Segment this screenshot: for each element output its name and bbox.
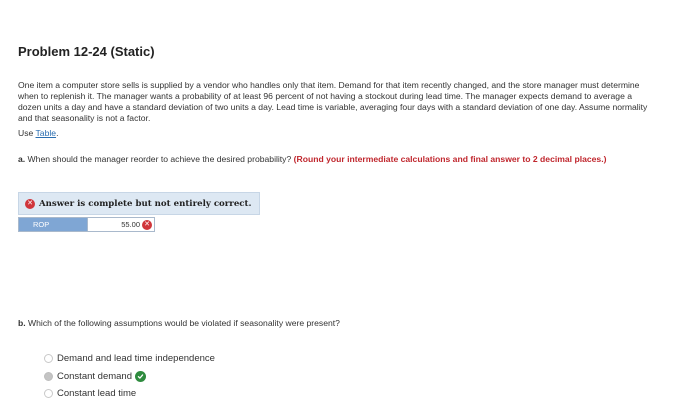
problem-statement: One item a computer store sells is suppl… [18, 80, 648, 123]
use-prefix: Use [18, 128, 36, 138]
answer-status-box: ✕ Answer is complete but not entirely co… [18, 192, 260, 215]
option-label: Constant demand [57, 370, 132, 382]
table-link[interactable]: Table [36, 128, 57, 138]
radio-button-selected[interactable] [44, 371, 53, 381]
answer-status-text: Answer is complete but not entirely corr… [39, 198, 252, 209]
rop-value-text: 55.00 [121, 220, 140, 229]
question-a: a. When should the manager reorder to ac… [18, 154, 658, 165]
question-b: b. Which of the following assumptions wo… [18, 318, 340, 328]
option-constant-lead-time[interactable]: Constant lead time [44, 385, 215, 403]
question-b-text: Which of the following assumptions would… [25, 318, 340, 328]
option-constant-demand[interactable]: Constant demand [44, 368, 215, 386]
problem-title: Problem 12-24 (Static) [18, 44, 155, 59]
x-circle-icon: ✕ [142, 219, 152, 230]
question-a-text: When should the manager reorder to achie… [25, 154, 294, 164]
question-b-prefix: b. [18, 318, 26, 328]
x-circle-icon: ✕ [25, 198, 35, 209]
option-label: Demand and lead time independence [57, 353, 215, 365]
check-circle-icon [135, 370, 146, 382]
option-list: Demand and lead time independence Consta… [44, 350, 215, 403]
use-table-line: Use Table. [18, 128, 58, 138]
rop-answer-row: ROP 55.00 ✕ [18, 217, 155, 232]
rop-label: ROP [19, 218, 87, 231]
rop-input[interactable]: 55.00 ✕ [87, 218, 154, 231]
use-suffix: . [56, 128, 59, 138]
option-label: Constant lead time [57, 388, 137, 400]
option-demand-lead-time-independence[interactable]: Demand and lead time independence [44, 350, 215, 368]
radio-button[interactable] [44, 389, 53, 399]
radio-button[interactable] [44, 354, 53, 364]
rounding-instruction: (Round your intermediate calculations an… [293, 154, 607, 164]
